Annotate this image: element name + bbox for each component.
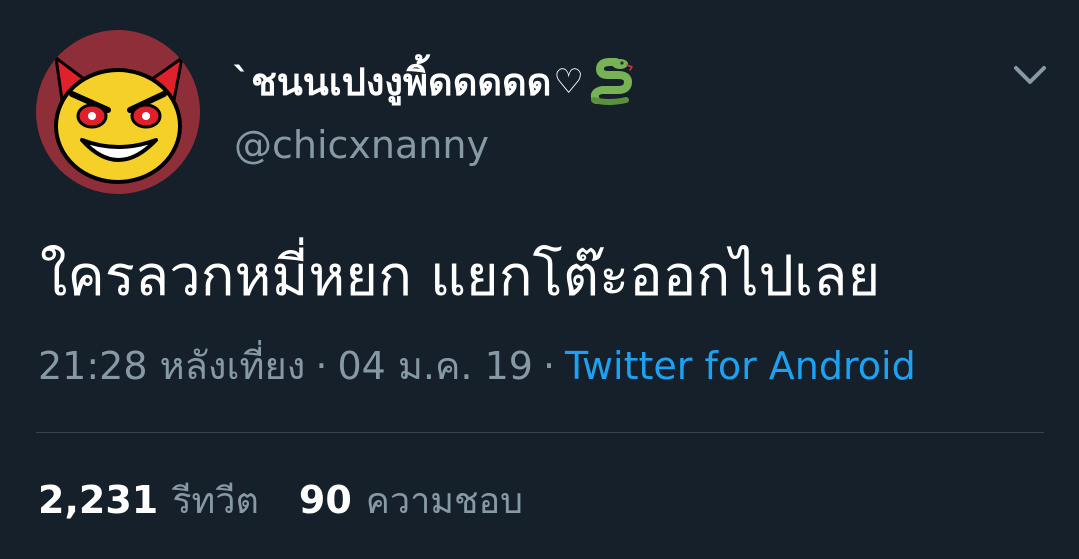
tweet-time[interactable]: 21:28 หลังเที่ยง	[38, 344, 305, 388]
heart-symbol: ♡	[553, 62, 584, 102]
divider	[36, 432, 1044, 433]
likes-count: 90	[298, 478, 352, 522]
separator-dot: ·	[542, 344, 556, 388]
chevron-down-icon	[1014, 66, 1046, 84]
display-name-text: `ชนนเปงงูพิ้ดดดดด	[232, 60, 552, 104]
tweet-card: `ชนนเปงงูพิ้ดดดดด ♡ @chicxnanny ใครลวกหม…	[0, 0, 1079, 559]
avatar[interactable]	[36, 30, 200, 194]
snake-icon	[588, 58, 634, 106]
tweet-stats: 2,231 รีทวีต 90 ความชอบ	[38, 470, 523, 532]
retweets-label: รีทวีต	[172, 481, 259, 522]
tweet-source-link[interactable]: Twitter for Android	[565, 344, 916, 388]
tweet-date[interactable]: 04 ม.ค. 19	[337, 344, 533, 388]
retweets-count: 2,231	[38, 478, 159, 522]
author-display-name[interactable]: `ชนนเปงงูพิ้ดดดดด ♡	[232, 52, 634, 112]
more-button[interactable]	[1010, 60, 1050, 90]
devil-smiley-icon	[54, 56, 184, 184]
likes-label: ความชอบ	[365, 481, 523, 522]
separator-dot: ·	[315, 344, 328, 388]
retweets-stat[interactable]: 2,231 รีทวีต	[38, 470, 259, 532]
author-username[interactable]: @chicxnanny	[234, 120, 489, 170]
tweet-metadata: 21:28 หลังเที่ยง · 04 ม.ค. 19 · Twitter for …	[38, 336, 916, 396]
likes-stat[interactable]: 90 ความชอบ	[299, 470, 523, 532]
tweet-text: ใครลวกหมี่หยก แยกโต๊ะออกไปเลย	[40, 244, 881, 309]
